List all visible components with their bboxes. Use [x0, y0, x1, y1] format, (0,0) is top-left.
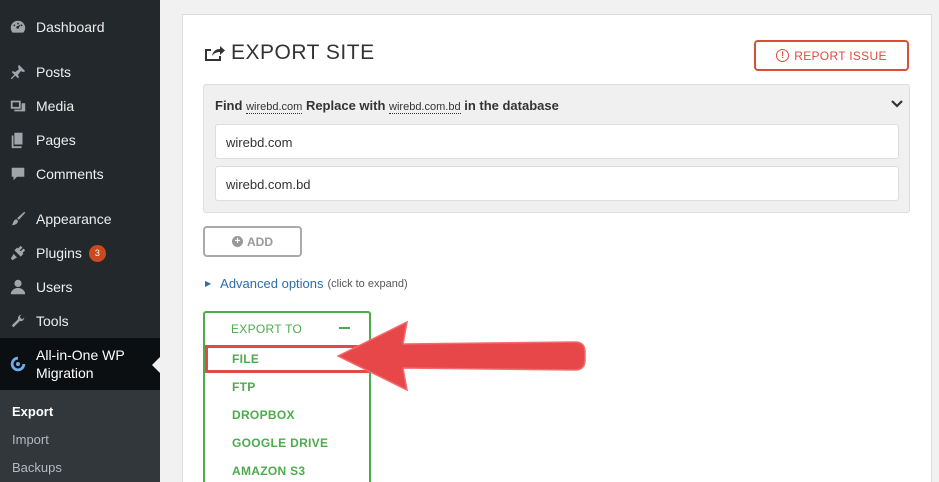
export-to-header[interactable]: EXPORT TO [231, 322, 302, 336]
sidebar-item-label: Plugins [36, 245, 82, 261]
export-icon [205, 46, 225, 61]
replace-input[interactable]: wirebd.com.bd [215, 166, 899, 201]
active-menu-pointer [152, 357, 160, 373]
add-button[interactable]: + ADD [203, 226, 302, 257]
report-issue-button[interactable]: ! REPORT ISSUE [754, 40, 909, 71]
find-replace-header[interactable]: Find wirebd.com Replace with wirebd.com.… [215, 98, 559, 114]
sidebar-item-appearance[interactable]: Appearance [0, 202, 160, 236]
sidebar-item-tools[interactable]: Tools [0, 304, 160, 338]
migration-icon [8, 354, 28, 374]
plugins-update-badge: 3 [88, 244, 106, 262]
submenu-import[interactable]: Import [12, 432, 49, 447]
add-label: ADD [247, 234, 273, 249]
plug-icon [8, 243, 28, 263]
sidebar-item-all-in-one-wp-migration[interactable]: All-in-One WP Migration [0, 338, 160, 390]
export-option-ftp[interactable]: FTP [232, 380, 256, 394]
chevron-down-icon[interactable] [890, 97, 904, 111]
export-option-dropbox[interactable]: DROPBOX [232, 408, 295, 422]
active-label-line2: Migration [36, 365, 94, 381]
sidebar-item-posts[interactable]: Posts [0, 55, 160, 89]
submenu-export[interactable]: Export [12, 404, 53, 419]
export-option-amazon-s3[interactable]: AMAZON S3 [232, 464, 305, 478]
annotation-arrow-icon [336, 320, 586, 392]
advanced-options-hint: (click to expand) [327, 277, 408, 290]
find-input[interactable]: wirebd.com [215, 124, 899, 159]
triangle-right-icon: ▶ [205, 279, 212, 288]
brush-icon [8, 209, 28, 229]
admin-sidebar: Dashboard Posts Media Pages Comments App… [0, 0, 160, 482]
user-icon [8, 277, 28, 297]
sidebar-item-dashboard[interactable]: Dashboard [0, 10, 160, 44]
alert-circle-icon: ! [776, 49, 790, 62]
sidebar-item-label: Dashboard [36, 19, 105, 35]
find-value: wirebd.com [246, 101, 303, 114]
sidebar-item-label: Appearance [36, 211, 112, 227]
sidebar-item-label: Pages [36, 132, 76, 148]
export-panel: EXPORT SITE ! REPORT ISSUE Find wirebd.c… [182, 14, 932, 482]
dashboard-icon [8, 17, 28, 37]
submenu-backups[interactable]: Backups [12, 460, 62, 475]
page-title-text: EXPORT SITE [231, 41, 375, 64]
sidebar-item-plugins[interactable]: Plugins 3 [0, 236, 160, 270]
find-suffix: in the database [464, 98, 559, 113]
pin-icon [8, 62, 28, 82]
comment-icon [8, 164, 28, 184]
sidebar-item-pages[interactable]: Pages [0, 123, 160, 157]
export-option-google-drive[interactable]: GOOGLE DRIVE [232, 436, 328, 450]
find-replace-box: Find wirebd.com Replace with wirebd.com.… [203, 84, 910, 213]
advanced-options-label: Advanced options [220, 276, 324, 291]
active-label-line1: All-in-One WP [36, 347, 125, 363]
sidebar-item-users[interactable]: Users [0, 270, 160, 304]
media-icon [8, 96, 28, 116]
sidebar-item-label: Media [36, 98, 75, 114]
sidebar-item-label: Tools [36, 313, 69, 329]
replace-value: wirebd.com.bd [389, 101, 461, 114]
sidebar-submenu: Export Import Backups [0, 390, 160, 482]
sidebar-item-label: Posts [36, 64, 72, 80]
sidebar-item-comments[interactable]: Comments [0, 157, 160, 191]
sidebar-item-media[interactable]: Media [0, 89, 160, 123]
sidebar-item-label: Users [36, 279, 73, 295]
plus-circle-icon: + [232, 236, 243, 247]
replace-label: Replace with [305, 98, 386, 113]
find-label: Find [215, 98, 243, 113]
advanced-options-toggle[interactable]: ▶ Advanced options (click to expand) [205, 276, 408, 291]
wrench-icon [8, 311, 28, 331]
pages-icon [8, 130, 28, 150]
page-title: EXPORT SITE [203, 41, 375, 65]
sidebar-item-label: Comments [36, 166, 104, 182]
report-issue-label: REPORT ISSUE [794, 48, 887, 63]
sidebar-active-label: All-in-One WP Migration [36, 346, 125, 382]
